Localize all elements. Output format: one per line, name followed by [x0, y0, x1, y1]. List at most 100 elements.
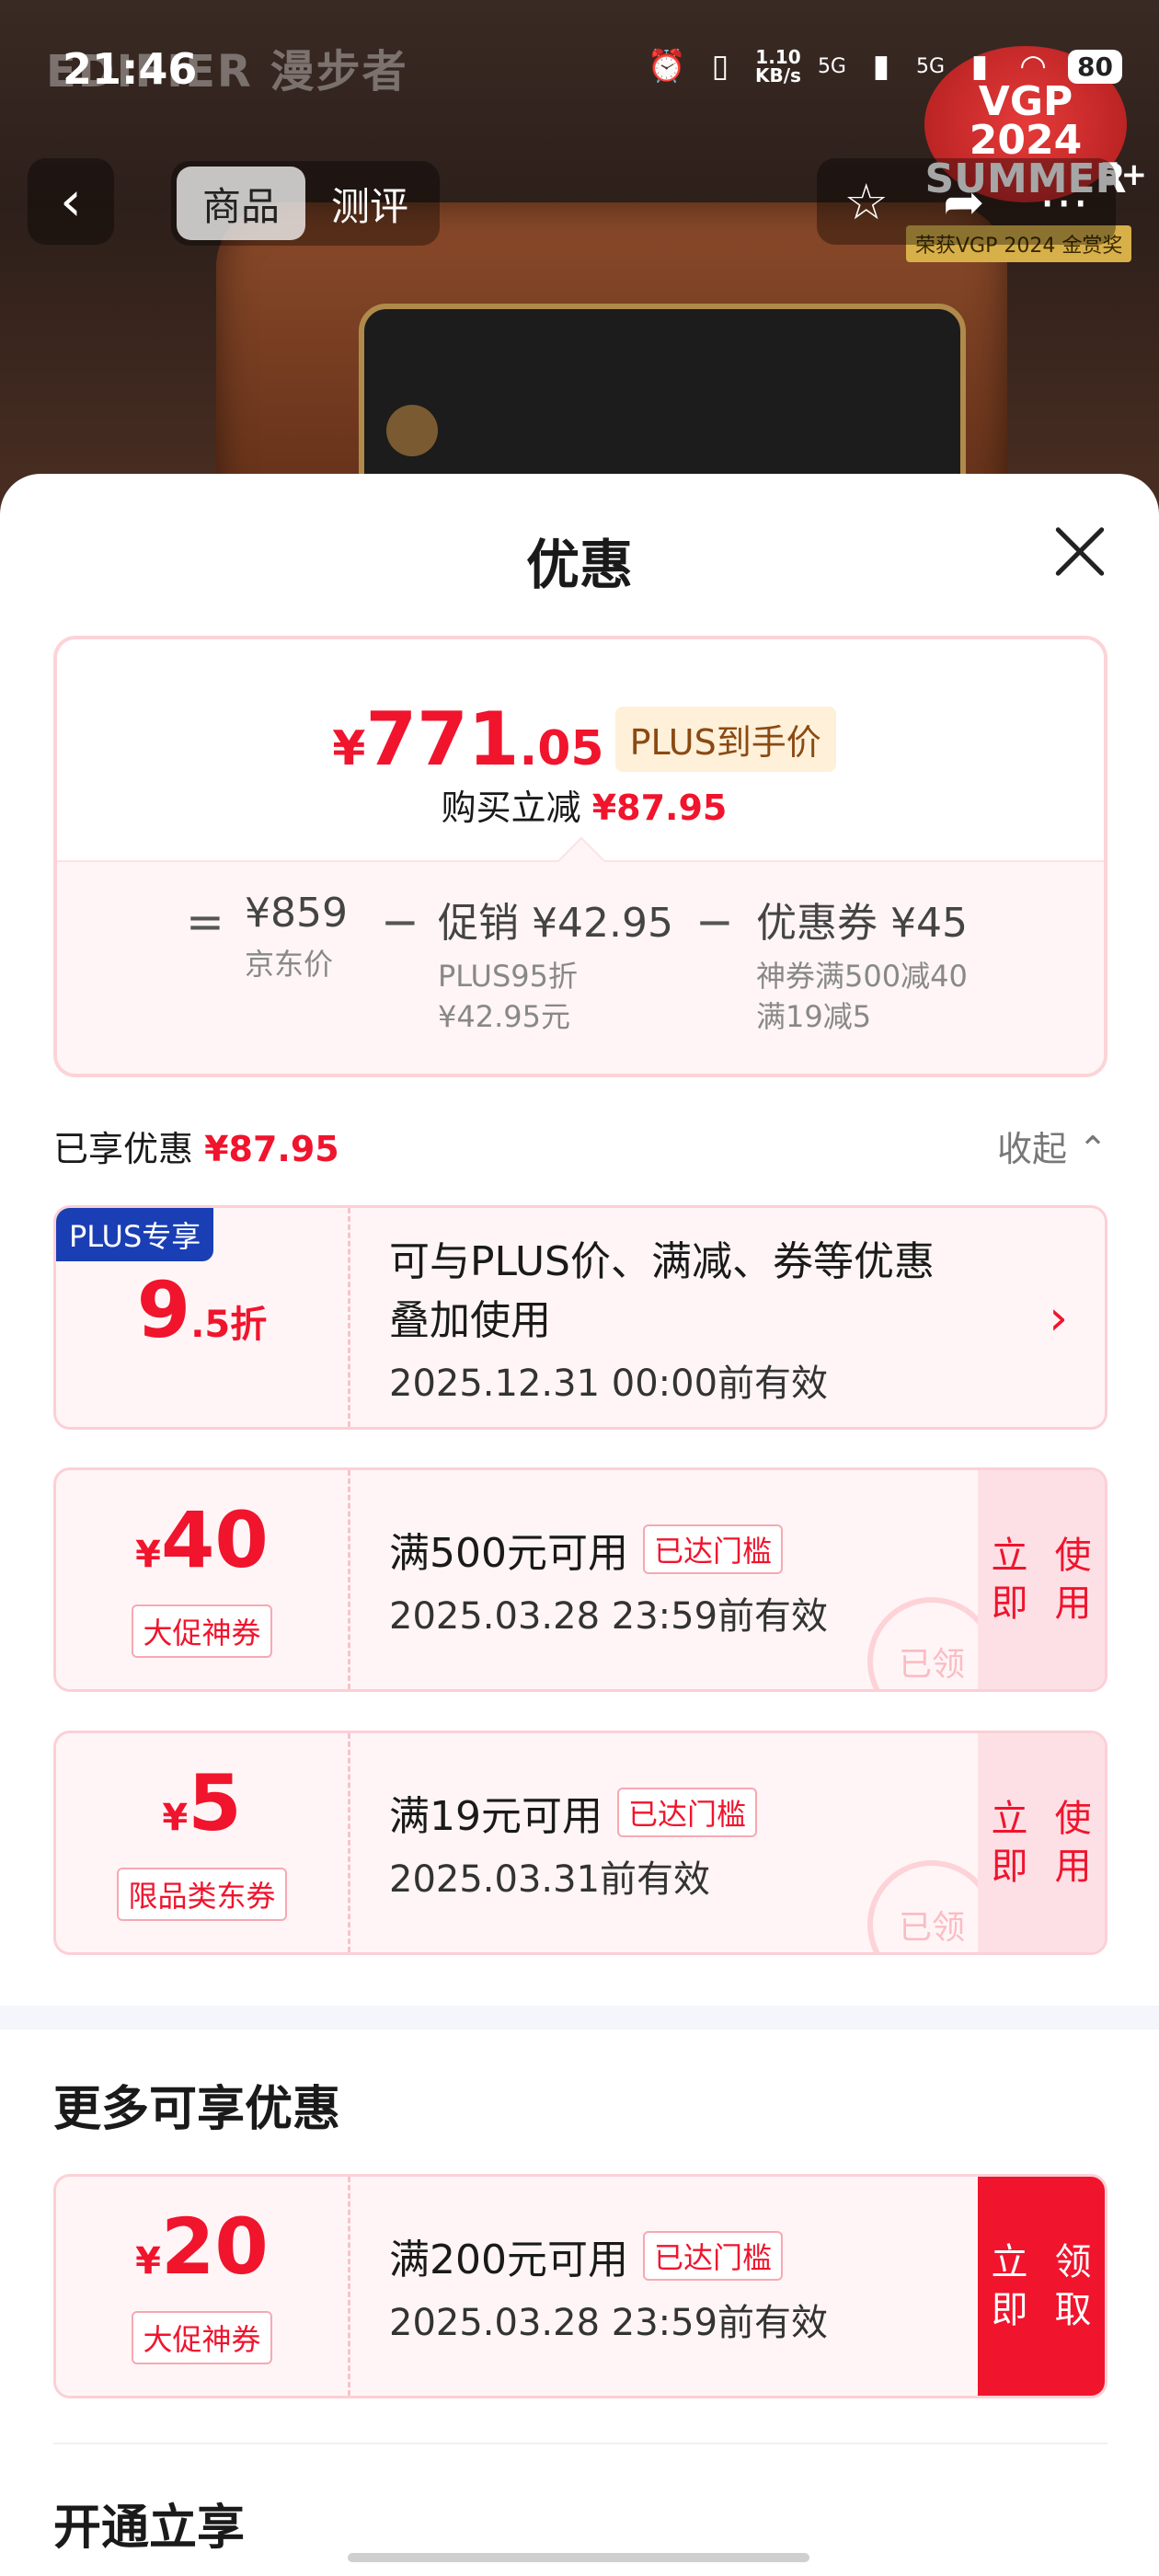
buy-save-label: 购买立减 — [441, 788, 581, 828]
battery-indicator: 80 — [1068, 49, 1122, 84]
coupon-condition-text: 满500元可用 — [389, 1530, 628, 1577]
promo-col: 促销 ¥42.95 PLUS95折 ¥42.95元 — [438, 890, 673, 1037]
final-price-row: ¥771.05 PLUS到手价 — [57, 696, 1104, 782]
claim-now-button[interactable]: 立即 领取 — [978, 2177, 1105, 2396]
coupon-note-1: 神券满500减40 — [756, 959, 968, 994]
coupon-condition-text: 满200元可用 — [389, 2237, 628, 2283]
promo-note-2: ¥42.95元 — [438, 999, 570, 1034]
promo-label: 促销 — [438, 900, 519, 947]
speaker-knob — [386, 405, 438, 456]
back-button[interactable]: ‹ — [28, 158, 114, 245]
coupon-label: 优惠券 — [756, 900, 878, 947]
top-tabs: 商品 测评 — [171, 161, 440, 246]
plus-price-tag: PLUS到手价 — [614, 707, 836, 772]
net-speed-value: 1.10 — [755, 46, 801, 68]
more-discounts-title: 更多可享优惠 — [53, 2082, 341, 2137]
signal-icon: ▮ — [872, 48, 890, 85]
coupon-amount: ¥45 — [890, 900, 968, 947]
coupon-validity: 2025.03.28 23:59前有效 — [389, 2302, 829, 2344]
wifi-icon: ◠ — [1019, 48, 1047, 85]
final-price-decimal: .05 — [519, 721, 604, 776]
coupon-amount-main: 9 — [136, 1265, 191, 1355]
claimed-stamp: 已领 — [867, 1597, 996, 1689]
minus-sign-1: − — [381, 895, 419, 949]
buy-save-amount: ¥87.95 — [591, 788, 728, 828]
close-icon[interactable] — [1050, 522, 1109, 581]
vibrate-icon: ▯ — [711, 48, 729, 85]
coupon-40: ¥40 大促神券 满500元可用 已达门槛 2025.03.28 23:59前有… — [53, 1467, 1107, 1692]
threshold-tag: 已达门槛 — [642, 2231, 783, 2281]
coupon-validity: 2025.12.31 00:00前有效 — [389, 1363, 829, 1405]
enjoyed-discount-row: 已享优惠 ¥87.95 收起 ⌃ — [53, 1118, 1107, 1173]
coupon-amount-main: 5 — [188, 1758, 242, 1848]
base-price: ¥859 — [245, 890, 348, 937]
star-icon[interactable]: ☆ — [844, 173, 889, 231]
claimed-stamp: 已领 — [867, 1860, 996, 1952]
coupon-5: ¥5 限品类东券 满19元可用 已达门槛 2025.03.31前有效 已领 立即… — [53, 1731, 1107, 1955]
coupon-plus[interactable]: PLUS专享 9.5折 可与PLUS价、满减、券等优惠 叠加使用 2025.12… — [53, 1205, 1107, 1430]
coupon-yen: ¥ — [135, 1534, 161, 1576]
use-now-button[interactable]: 立即 使用 — [978, 1470, 1105, 1689]
coupon-condition-line1: 可与PLUS价、满减、券等优惠 — [389, 1238, 935, 1285]
sheet-title: 优惠 — [525, 534, 633, 596]
threshold-tag: 已达门槛 — [642, 1524, 783, 1574]
coupon-amount: ¥20 — [135, 2208, 269, 2300]
coupon-amount-main: 40 — [160, 1495, 269, 1585]
coupon-amount-main: 20 — [160, 2202, 269, 2292]
enjoyed-amount: ¥87.95 — [204, 1128, 339, 1169]
coupon-validity: 2025.03.31前有效 — [389, 1858, 711, 1901]
enjoyed-label: 已享优惠 — [53, 1128, 194, 1169]
coupon-20: ¥20 大促神券 满200元可用 已达门槛 2025.03.28 23:59前有… — [53, 2174, 1107, 2398]
share-icon[interactable]: ➦ — [943, 173, 984, 231]
base-price-label: 京东价 — [245, 947, 334, 982]
collapse-button[interactable]: 收起 ⌃ — [997, 1121, 1107, 1171]
coupon-condition: 满500元可用 已达门槛 — [389, 1520, 828, 1579]
coupon-amount-suffix: .5折 — [190, 1304, 268, 1346]
coupon-amount: ¥40 — [135, 1501, 269, 1593]
price-breakdown-card: ¥771.05 PLUS到手价 购买立减 ¥87.95 = ¥859 京东价 −… — [53, 636, 1107, 1077]
coupon-yen: ¥ — [135, 2240, 161, 2283]
header-tools: ☆ ➦ ⋯ — [817, 158, 1116, 245]
signal-1: 5G — [817, 54, 846, 78]
coupon-kind: 大促神券 — [132, 1604, 272, 1658]
home-indicator[interactable] — [348, 2553, 809, 2562]
alarm-icon: ⏰ — [647, 48, 687, 85]
base-price-col: ¥859 京东价 — [245, 890, 348, 984]
more-icon[interactable]: ⋯ — [1039, 173, 1088, 231]
net-speed: 1.10 KB/s — [755, 48, 801, 85]
chevron-right-icon[interactable]: › — [1049, 1291, 1068, 1346]
final-price-integer: 771 — [365, 696, 520, 782]
discount-sheet: 优惠 ¥771.05 PLUS到手价 购买立减 ¥87.95 = ¥859 京东… — [0, 474, 1159, 2576]
promo-amount: ¥42.95 — [532, 900, 673, 947]
net-speed-unit: KB/s — [754, 64, 801, 86]
coupon-condition: 满19元可用 已达门槛 — [389, 1783, 758, 1842]
enjoyed-label-group: 已享优惠 ¥87.95 — [53, 1121, 339, 1171]
buy-save-line: 购买立减 ¥87.95 — [57, 779, 1104, 830]
section-divider — [0, 2006, 1159, 2030]
tab-product[interactable]: 商品 — [177, 167, 305, 240]
use-now-button[interactable]: 立即 使用 — [978, 1733, 1105, 1952]
coupon-kind: 大促神券 — [132, 2311, 272, 2364]
status-icons: ⏰ ▯ 1.10 KB/s 5G ▮ 5G ▮ ◠ 80 — [648, 48, 1122, 85]
promo-note-1: PLUS95折 — [438, 959, 578, 994]
coupon-kind: 限品类东券 — [117, 1868, 287, 1921]
coupon-amount: ¥5 — [162, 1765, 241, 1857]
final-price-yen: ¥ — [332, 721, 366, 776]
coupon-condition: 满200元可用 已达门槛 — [389, 2226, 828, 2285]
tab-review[interactable]: 测评 — [305, 167, 434, 240]
divider-line — [53, 2443, 1107, 2444]
coupon-yen: ¥ — [162, 1797, 189, 1839]
status-time: 21:46 — [63, 44, 198, 94]
open-benefits-title: 开通立享 — [53, 2501, 246, 2556]
price-calculation: = ¥859 京东价 − 促销 ¥42.95 PLUS95折 ¥42.95元 −… — [57, 836, 1104, 1074]
coupon-condition-line2: 叠加使用 — [389, 1297, 551, 1344]
coupon-validity: 2025.03.28 23:59前有效 — [389, 1595, 829, 1638]
signal-2: 5G — [915, 54, 946, 78]
signal-icon-2: ▮ — [970, 48, 989, 85]
coupon-col: 优惠券 ¥45 神券满500减40 满19减5 — [756, 890, 968, 1037]
threshold-tag: 已达门槛 — [617, 1788, 758, 1837]
coupon-amount: 9.5折 — [137, 1271, 267, 1363]
equals-sign: = — [186, 895, 224, 949]
minus-sign-2: − — [695, 895, 734, 949]
coupon-condition-text: 满19元可用 — [389, 1793, 602, 1840]
